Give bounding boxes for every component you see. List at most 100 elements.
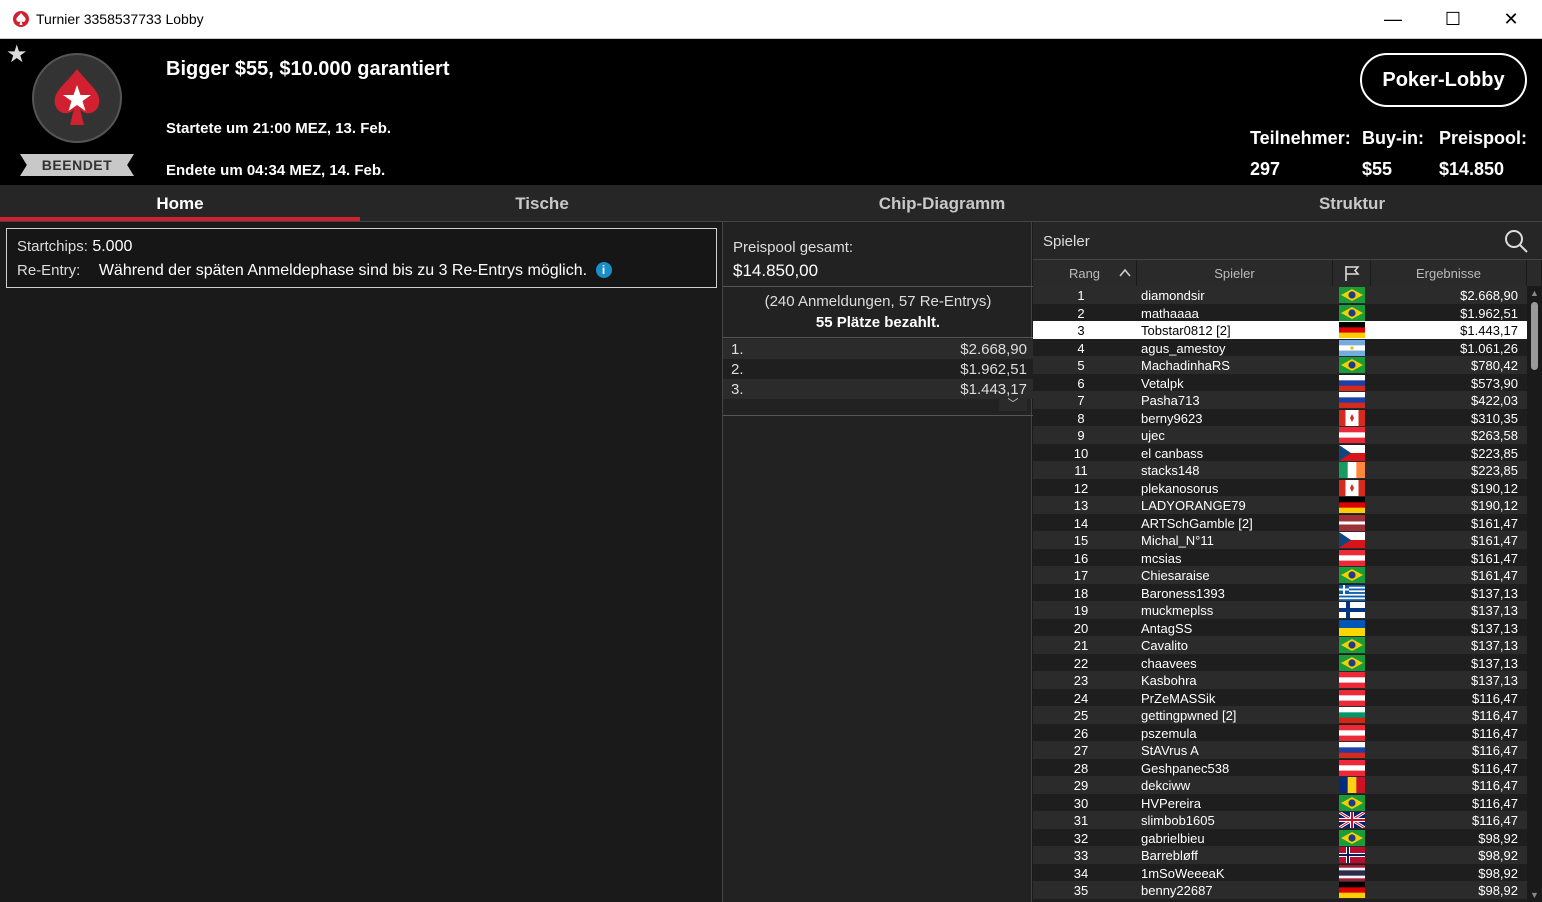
player-result: $161,47 (1471, 533, 1518, 548)
player-result: $1.962,51 (1460, 305, 1518, 321)
player-row[interactable]: 26 pszemula $116,47 (1033, 723, 1527, 741)
payout-row: 3. $1.443,17 (723, 379, 1033, 399)
poker-lobby-button[interactable]: Poker-Lobby (1360, 53, 1527, 107)
player-row[interactable]: 6 Vetalpk $573,90 (1033, 373, 1527, 391)
player-column-header[interactable]: Spieler (1137, 260, 1333, 286)
search-icon[interactable] (1503, 228, 1529, 254)
country-flag-icon (1339, 724, 1365, 741)
tab-chip-chart[interactable]: Chip-Diagramm (722, 185, 1162, 222)
player-row[interactable]: 11 stacks148 $223,85 (1033, 461, 1527, 479)
country-flag-icon (1339, 637, 1365, 653)
country-flag-icon (1338, 810, 1366, 830)
player-row[interactable]: 12 plekanosorus $190,12 (1033, 478, 1527, 496)
player-row[interactable]: 9 ujec $263,58 (1033, 426, 1527, 444)
rank-column-header[interactable]: Rang (1033, 260, 1137, 286)
player-row[interactable]: 35 benny22687 $98,92 (1033, 881, 1527, 899)
scroll-up-arrow-icon[interactable]: ▲ (1527, 286, 1542, 300)
favorite-star-icon[interactable]: ★ (6, 43, 28, 67)
player-row[interactable]: 2 mathaaaa $1.962,51 (1033, 303, 1527, 321)
player-row[interactable]: 18 Baroness1393 $137,13 (1033, 583, 1527, 601)
player-name: Vetalpk (1141, 375, 1184, 391)
player-row[interactable]: 28 Geshpanec538 $116,47 (1033, 758, 1527, 776)
player-row[interactable]: 19 muckmeplss $137,13 (1033, 601, 1527, 619)
payout-row: 1. $2.668,90 (723, 339, 1033, 359)
player-search-bar (1033, 222, 1542, 260)
player-rank: 4 (1077, 340, 1085, 356)
player-rank: 29 (1073, 778, 1089, 793)
player-result: $2.668,90 (1460, 288, 1518, 303)
player-rank: 31 (1073, 813, 1089, 828)
player-rank: 27 (1073, 743, 1089, 758)
flag-icon (1344, 266, 1360, 281)
player-result: $116,47 (1471, 795, 1518, 811)
paid-places: 55 Plätze bezahlt. (815, 314, 941, 331)
player-search-input[interactable] (1033, 222, 1493, 260)
country-flag-icon (1339, 287, 1365, 303)
player-row[interactable]: 25 gettingpwned [2] $116,47 (1033, 706, 1527, 724)
player-result: $190,12 (1471, 498, 1518, 513)
player-rank: 5 (1077, 358, 1085, 373)
player-row[interactable]: 7 Pasha713 $422,03 (1033, 391, 1527, 409)
player-name: Pasha713 (1141, 393, 1200, 408)
player-rank: 33 (1073, 848, 1089, 863)
player-row[interactable]: 5 MachadinhaRS $780,42 (1033, 356, 1527, 374)
player-name: 1mSoWeeeaK (1141, 865, 1225, 881)
player-row[interactable]: 14 ARTSchGamble [2] $161,47 (1033, 513, 1527, 531)
player-result: $137,13 (1471, 585, 1518, 601)
player-row[interactable]: 21 Cavalito $137,13 (1033, 636, 1527, 654)
close-button[interactable]: ✕ (1488, 0, 1534, 39)
player-row[interactable]: 8 berny9623 $310,35 (1033, 408, 1527, 426)
expand-payouts-chevron-icon[interactable]: ﹀ (999, 397, 1027, 411)
active-tab-indicator (0, 217, 360, 221)
player-row[interactable]: 10 el canbass $223,85 (1033, 443, 1527, 461)
player-result: $116,47 (1471, 813, 1518, 828)
player-row[interactable]: 16 mcsias $161,47 (1033, 548, 1527, 566)
player-rank: 30 (1073, 795, 1089, 811)
player-rank: 24 (1073, 690, 1089, 706)
country-column-header[interactable] (1333, 260, 1371, 286)
player-result: $310,35 (1471, 410, 1518, 426)
player-row[interactable]: 33 Barrebløff $98,92 (1033, 846, 1527, 864)
player-rank: 8 (1077, 410, 1085, 426)
player-row[interactable]: 23 Kasbohra $137,13 (1033, 671, 1527, 689)
entries-summary: (240 Anmeldungen, 57 Re-Entrys) (764, 293, 992, 310)
player-row[interactable]: 27 StAVrus A $116,47 (1033, 741, 1527, 759)
tab-tables[interactable]: Tische (362, 185, 722, 222)
scroll-thumb[interactable] (1531, 302, 1538, 370)
player-row[interactable]: 13 LADYORANGE79 $190,12 (1033, 496, 1527, 514)
payout-amount: $2.668,90 (960, 341, 1027, 358)
player-result: $98,92 (1478, 830, 1518, 846)
player-row[interactable]: 34 1mSoWeeeaK $98,92 (1033, 863, 1527, 881)
result-column-header[interactable]: Ergebnisse (1371, 260, 1527, 286)
player-result: $161,47 (1471, 515, 1518, 531)
player-row[interactable]: 30 HVPereira $116,47 (1033, 793, 1527, 811)
player-rank: 9 (1077, 428, 1085, 443)
buyin-label: Buy-in: (1362, 128, 1424, 148)
player-rank: 19 (1073, 603, 1089, 618)
maximize-button[interactable]: ☐ (1430, 0, 1476, 39)
player-row[interactable]: 22 chaavees $137,13 (1033, 653, 1527, 671)
player-rank: 35 (1073, 883, 1089, 898)
scroll-down-arrow-icon[interactable]: ▼ (1527, 888, 1542, 902)
player-row[interactable]: 3 Tobstar0812 [2] $1.443,17 (1033, 321, 1527, 339)
country-flag-icon (1339, 759, 1365, 776)
player-row[interactable]: 29 dekciww $116,47 (1033, 776, 1527, 794)
player-rank: 34 (1073, 865, 1089, 881)
payout-amount: $1.962,51 (960, 361, 1027, 378)
player-row[interactable]: 24 PrZeMASSik $116,47 (1033, 688, 1527, 706)
payout-row: 2. $1.962,51 (723, 359, 1033, 379)
minimize-button[interactable]: — (1370, 0, 1416, 39)
player-list-scrollbar[interactable]: ▲ ▼ (1527, 286, 1542, 902)
player-row[interactable]: 17 Chiesaraise $161,47 (1033, 566, 1527, 584)
player-row[interactable]: 32 gabrielbieu $98,92 (1033, 828, 1527, 846)
tab-structure[interactable]: Struktur (1162, 185, 1542, 222)
player-row[interactable]: 31 slimbob1605 $116,47 (1033, 810, 1527, 830)
player-row[interactable]: 1 diamondsir $2.668,90 (1033, 286, 1527, 304)
player-name: berny9623 (1141, 410, 1203, 426)
country-flag-icon (1339, 777, 1366, 793)
player-result: $190,12 (1471, 480, 1518, 496)
player-row[interactable]: 4 agus_amestoy $1.061,26 (1033, 338, 1527, 356)
player-row[interactable]: 20 AntagSS $137,13 (1033, 618, 1527, 636)
info-icon[interactable]: i (595, 262, 612, 278)
player-row[interactable]: 15 Michal_N°11 $161,47 (1033, 531, 1527, 549)
